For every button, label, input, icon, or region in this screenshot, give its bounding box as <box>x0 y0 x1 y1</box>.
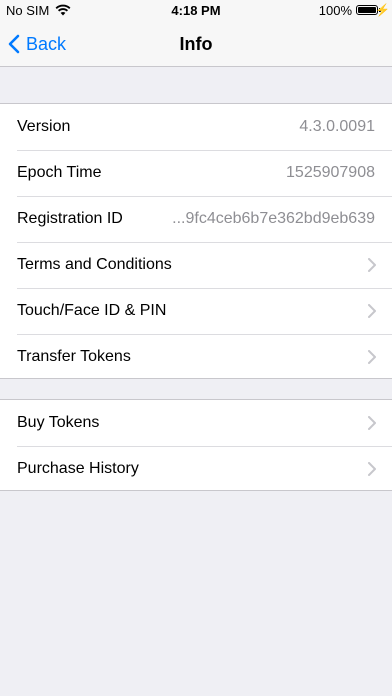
touch-face-id-label: Touch/Face ID & PIN <box>17 302 167 319</box>
purchase-history-row[interactable]: Purchase History <box>0 446 392 492</box>
chevron-right-icon <box>368 462 376 476</box>
transfer-tokens-label: Transfer Tokens <box>17 348 131 365</box>
purchase-history-label: Purchase History <box>17 460 139 477</box>
navigation-bar: Back Info <box>0 22 392 67</box>
registration-id-value: ...9fc4ceb6b7e362bd9eb639 <box>172 210 375 227</box>
chevron-right-icon <box>368 416 376 430</box>
epoch-time-value: 1525907908 <box>286 164 375 181</box>
version-value: 4.3.0.0091 <box>299 118 375 135</box>
info-group: Version 4.3.0.0091 Epoch Time 1525907908… <box>0 103 392 379</box>
version-label: Version <box>17 118 71 135</box>
chevron-right-icon <box>368 258 376 272</box>
registration-id-row: Registration ID ...9fc4ceb6b7e362bd9eb63… <box>0 196 392 242</box>
transfer-tokens-row[interactable]: Transfer Tokens <box>0 334 392 380</box>
charging-bolt-icon: ⚡ <box>375 3 390 17</box>
version-row: Version 4.3.0.0091 <box>0 104 392 150</box>
touch-face-id-pin-row[interactable]: Touch/Face ID & PIN <box>0 288 392 334</box>
chevron-right-icon <box>368 304 376 318</box>
buy-tokens-label: Buy Tokens <box>17 414 100 431</box>
terms-and-conditions-row[interactable]: Terms and Conditions <box>0 242 392 288</box>
epoch-time-label: Epoch Time <box>17 164 102 181</box>
chevron-right-icon <box>368 350 376 364</box>
tokens-group: Buy Tokens Purchase History <box>0 399 392 491</box>
epoch-time-row: Epoch Time 1525907908 <box>0 150 392 196</box>
registration-id-label: Registration ID <box>17 210 123 227</box>
status-bar: No SIM 4:18 PM 100% ⚡ <box>0 0 392 22</box>
terms-label: Terms and Conditions <box>17 256 172 273</box>
buy-tokens-row[interactable]: Buy Tokens <box>0 400 392 446</box>
page-title: Info <box>179 34 213 54</box>
battery-percentage: 100% <box>318 3 352 18</box>
